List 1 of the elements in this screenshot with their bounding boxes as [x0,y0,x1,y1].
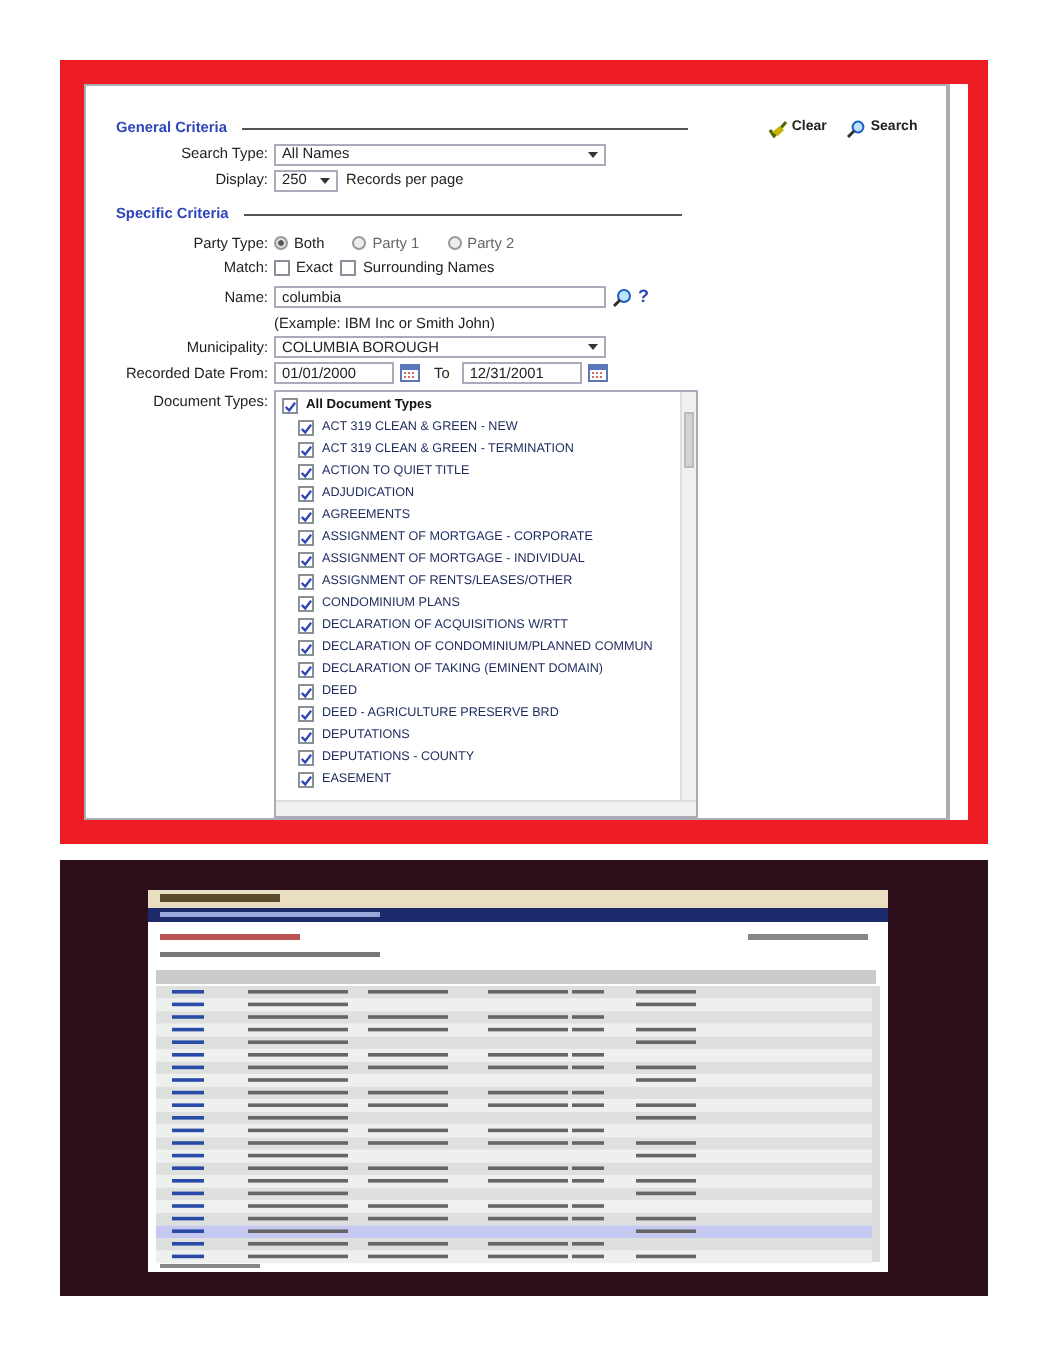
help-link[interactable]: ? [638,284,649,311]
